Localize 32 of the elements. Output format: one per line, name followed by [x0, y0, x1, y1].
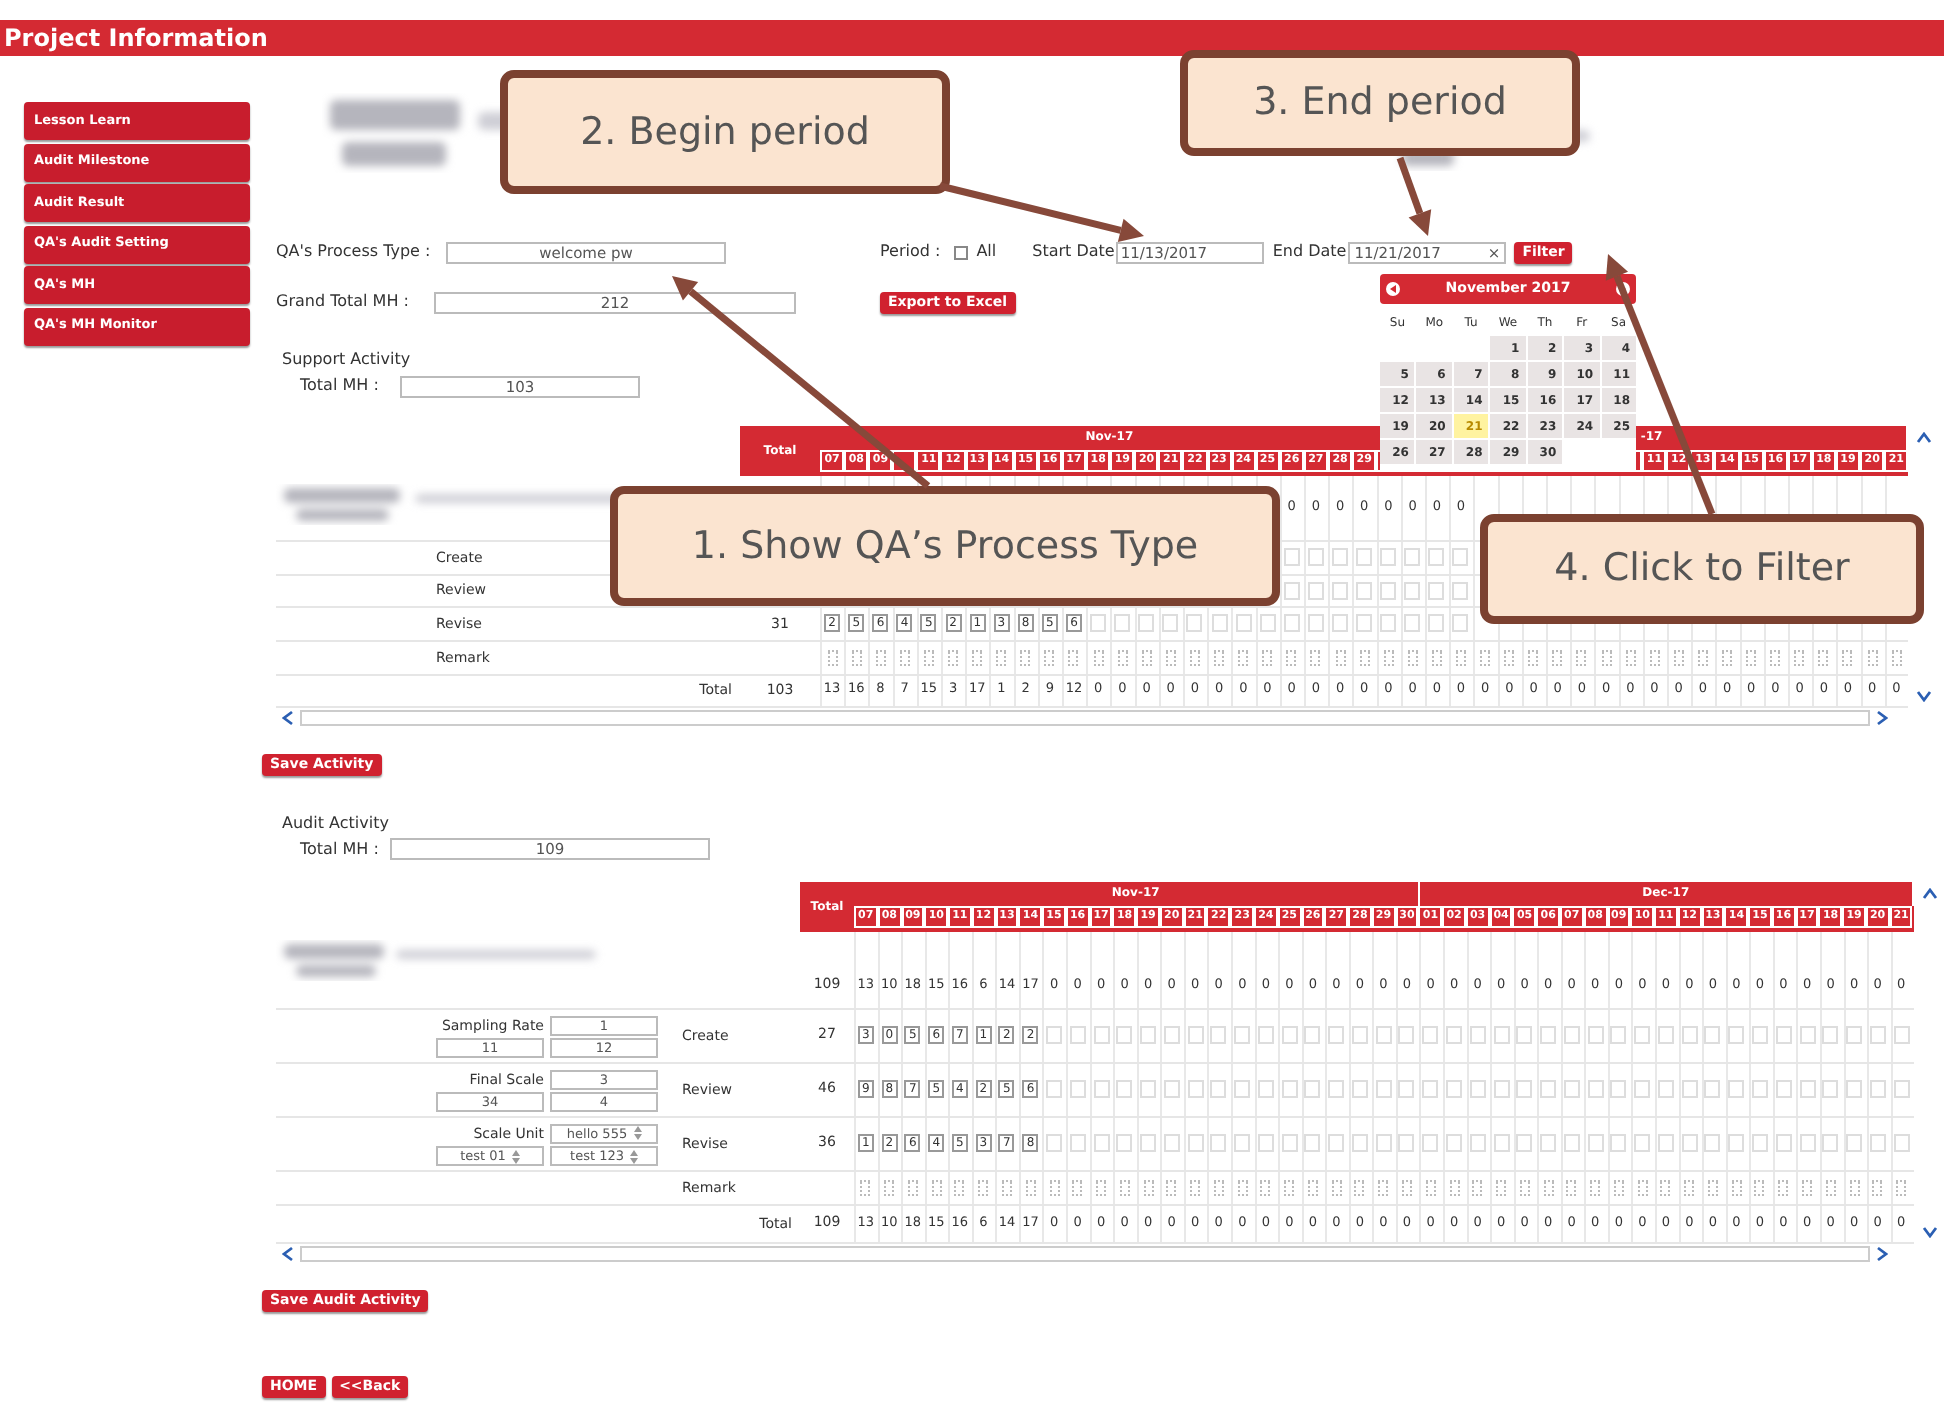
- prev-month-icon[interactable]: [1386, 282, 1400, 296]
- scroll-right-icon[interactable]: [1876, 1246, 1888, 1262]
- total-label: Total MH :: [300, 837, 381, 861]
- end-date-label: End Date: [1272, 240, 1347, 264]
- scrollbar-track[interactable]: [300, 1246, 1870, 1262]
- field-label: QA's Process Type :: [276, 240, 433, 264]
- scrollbar-track[interactable]: [300, 710, 1870, 726]
- callout: 3. End period: [1180, 50, 1580, 156]
- section-title: Audit Activity: [282, 811, 389, 835]
- callout: 2. Begin period: [500, 70, 950, 194]
- scroll-right-icon[interactable]: [1876, 710, 1888, 726]
- all-checkbox[interactable]: [954, 245, 969, 259]
- checkbox-label: All: [976, 240, 997, 264]
- scroll-down-icon[interactable]: [1916, 689, 1933, 701]
- scroll-left-icon[interactable]: [282, 1246, 294, 1262]
- callout: 4. Click to Filter: [1480, 514, 1924, 624]
- spinner-icon[interactable]: [511, 1149, 520, 1163]
- scroll-up-icon[interactable]: [1922, 887, 1939, 899]
- total-label: Total MH :: [300, 374, 381, 398]
- callout: 1. Show QA’s Process Type: [610, 486, 1280, 606]
- page-title: Project Information: [0, 20, 1944, 56]
- period-label: Period :: [880, 240, 941, 264]
- spinner-icon[interactable]: [633, 1126, 642, 1140]
- field-label: Grand Total MH :: [276, 290, 411, 314]
- scroll-up-icon[interactable]: [1916, 432, 1933, 444]
- header-cell: [892, 450, 917, 472]
- section-title: Support Activity: [282, 348, 411, 372]
- scroll-down-icon[interactable]: [1922, 1225, 1939, 1237]
- scroll-left-icon[interactable]: [282, 710, 294, 726]
- spinner-icon[interactable]: [629, 1149, 638, 1163]
- arrow: [1396, 156, 1432, 236]
- start-date-label: Start Date: [1032, 240, 1115, 264]
